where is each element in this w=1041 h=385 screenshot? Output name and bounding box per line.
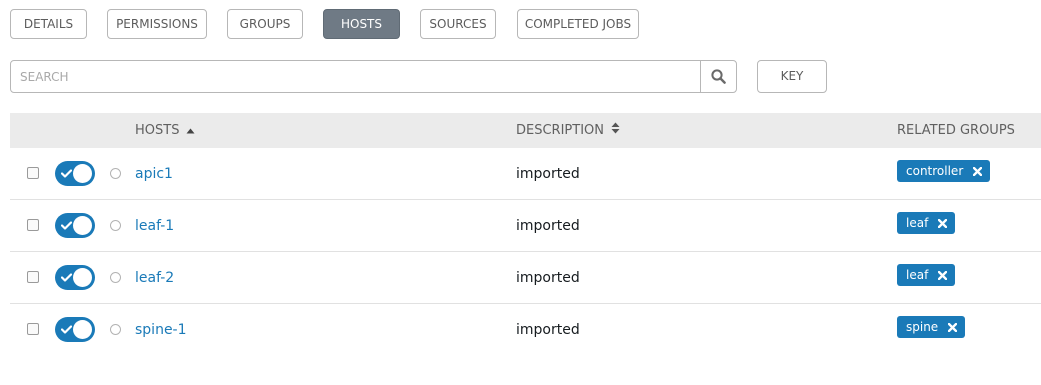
related-group-tag: leaf: [897, 264, 956, 286]
status-icon: [110, 272, 121, 283]
tab-details[interactable]: DETAILS: [10, 9, 87, 39]
row-checkbox[interactable]: [27, 167, 39, 179]
tab-sources[interactable]: SOURCES: [420, 9, 496, 39]
search-icon: [711, 69, 726, 84]
toggle-knob: [73, 320, 92, 339]
column-header-hosts[interactable]: HOSTS: [135, 113, 195, 148]
search-bar: [10, 60, 737, 93]
host-enabled-toggle[interactable]: [55, 161, 95, 186]
related-group-label[interactable]: controller: [906, 160, 963, 182]
row-checkbox[interactable]: [27, 323, 39, 335]
sort-ascending-icon: [186, 113, 195, 148]
column-header-related-groups: RELATED GROUPS: [897, 123, 1015, 138]
key-button[interactable]: KEY: [757, 60, 827, 93]
status-icon: [110, 324, 121, 335]
related-group-tag: controller: [897, 160, 991, 182]
tab-groups[interactable]: GROUPS: [227, 9, 303, 39]
check-icon: [61, 273, 72, 282]
remove-icon[interactable]: [973, 166, 983, 176]
column-header-hosts-label: HOSTS: [135, 123, 180, 138]
search-input[interactable]: [11, 61, 701, 92]
table-row: apic1 imported controller: [10, 148, 1041, 200]
toggle-knob: [73, 268, 92, 287]
check-icon: [61, 325, 72, 334]
tab-completed-jobs[interactable]: COMPLETED JOBS: [517, 9, 639, 39]
toggle-knob: [73, 164, 92, 183]
toggle-knob: [73, 216, 92, 235]
check-icon: [61, 221, 72, 230]
column-header-description[interactable]: DESCRIPTION: [516, 113, 620, 148]
tab-permissions[interactable]: PERMISSIONS: [107, 9, 207, 39]
host-description: imported: [516, 166, 580, 182]
hosts-table: HOSTS DESCRIPTION RELATED GROUPS apic1 i…: [10, 113, 1041, 356]
status-icon: [110, 220, 121, 231]
host-name-link[interactable]: leaf-1: [135, 200, 174, 252]
related-group-tag: spine: [897, 316, 966, 338]
row-checkbox[interactable]: [27, 219, 39, 231]
related-group-label[interactable]: leaf: [906, 212, 928, 234]
host-description: imported: [516, 322, 580, 338]
host-name-link[interactable]: spine-1: [135, 304, 187, 356]
host-name-link[interactable]: leaf-2: [135, 252, 174, 304]
table-row: leaf-2 imported leaf: [10, 252, 1041, 304]
table-row: leaf-1 imported leaf: [10, 200, 1041, 252]
remove-icon[interactable]: [948, 322, 958, 332]
host-name-link[interactable]: apic1: [135, 148, 173, 200]
column-header-description-label: DESCRIPTION: [516, 123, 604, 138]
related-group-label[interactable]: spine: [906, 316, 938, 338]
host-description: imported: [516, 218, 580, 234]
status-icon: [110, 168, 121, 179]
table-row: spine-1 imported spine: [10, 304, 1041, 356]
related-group-label[interactable]: leaf: [906, 264, 928, 286]
host-enabled-toggle[interactable]: [55, 213, 95, 238]
row-checkbox[interactable]: [27, 271, 39, 283]
sort-icon: [611, 113, 620, 148]
check-icon: [61, 169, 72, 178]
search-button[interactable]: [700, 61, 736, 92]
table-header: HOSTS DESCRIPTION RELATED GROUPS: [10, 113, 1041, 148]
host-enabled-toggle[interactable]: [55, 317, 95, 342]
related-group-tag: leaf: [897, 212, 956, 234]
host-enabled-toggle[interactable]: [55, 265, 95, 290]
remove-icon[interactable]: [938, 218, 948, 228]
remove-icon[interactable]: [938, 270, 948, 280]
tab-hosts[interactable]: HOSTS: [323, 9, 400, 39]
host-description: imported: [516, 270, 580, 286]
